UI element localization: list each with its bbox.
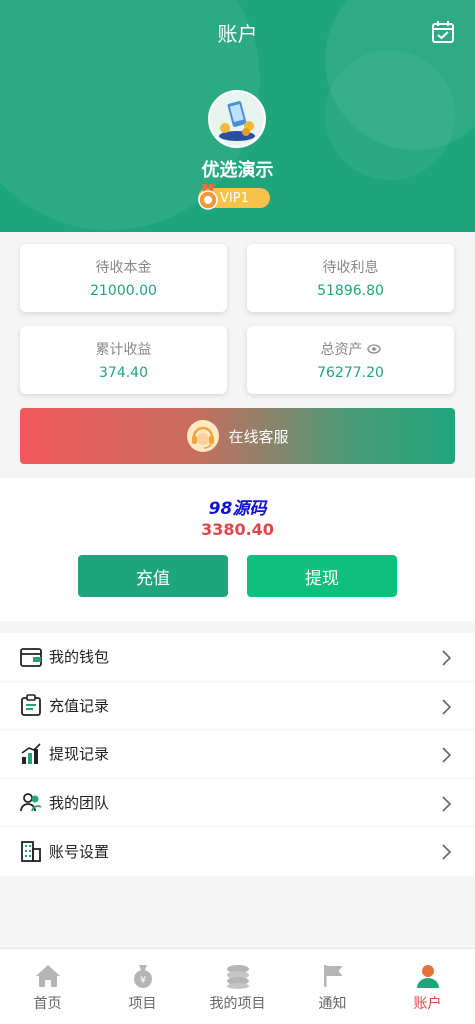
tab-home[interactable]: 首页 (0, 949, 95, 1024)
stat-value: 21000.00 (90, 283, 157, 299)
home-icon (35, 965, 60, 987)
chevron-right-icon (442, 844, 451, 860)
avatar-image (210, 92, 264, 146)
username: 优选演示 (201, 160, 274, 181)
withdraw-button[interactable]: 提现 (247, 555, 397, 597)
stat-value: 51896.80 (317, 283, 384, 299)
money-bag-icon: ¥ (133, 965, 152, 988)
menu-item-recharge-records[interactable]: 充值记录 (0, 682, 475, 730)
stat-card-principal: 待收本金 21000.00 (20, 244, 227, 312)
bar-chart-icon (21, 743, 41, 764)
stat-label: 待收利息 (322, 260, 379, 276)
flag-icon (323, 965, 342, 987)
chevron-right-icon (442, 747, 451, 763)
stat-card-total-assets: 总资产 76277.20 (247, 326, 454, 394)
account-header: 账户 优选演示 VIP1 (0, 0, 475, 232)
stat-value: 374.40 (99, 365, 148, 381)
service-label: 在线客服 (228, 427, 289, 446)
building-icon (21, 841, 41, 863)
wallet-icon (20, 647, 42, 667)
stat-label: 待收本金 (95, 260, 152, 276)
user-icon (416, 965, 439, 988)
headset-icon (187, 420, 220, 452)
vip-badge: VIP1 (198, 184, 270, 210)
calendar-check-icon[interactable] (431, 20, 455, 44)
tab-projects[interactable]: ¥ 项目 (95, 949, 190, 1024)
stat-card-earnings: 累计收益 374.40 (20, 326, 227, 394)
stat-card-interest: 待收利息 51896.80 (247, 244, 454, 312)
stat-label: 总资产 (320, 342, 363, 358)
team-icon (20, 793, 42, 812)
menu-label: 账号设置 (49, 842, 110, 861)
stat-value: 76277.20 (317, 365, 384, 381)
balance-amount: 3380.40 (201, 520, 274, 539)
svg-text:¥: ¥ (139, 975, 145, 986)
vip-level: VIP1 (220, 190, 249, 206)
chevron-right-icon (442, 650, 451, 666)
tab-my-projects[interactable]: 我的项目 (190, 949, 285, 1024)
page-title: 账户 (217, 22, 258, 46)
recharge-button[interactable]: 充值 (78, 555, 228, 597)
tab-account[interactable]: 账户 (380, 949, 475, 1024)
watermark-text: 98源码 (208, 499, 267, 519)
online-service-button[interactable]: 在线客服 (20, 408, 455, 464)
tab-label: 项目 (128, 996, 157, 1012)
avatar[interactable] (208, 90, 266, 148)
menu-item-wallet[interactable]: 我的钱包 (0, 633, 475, 682)
eye-icon[interactable] (366, 344, 381, 354)
medal-icon (198, 184, 218, 210)
stat-label: 累计收益 (95, 342, 152, 358)
menu-item-withdraw-records[interactable]: 提现记录 (0, 730, 475, 779)
tab-label: 我的项目 (209, 996, 266, 1012)
menu-label: 我的钱包 (49, 648, 110, 667)
tab-label: 账户 (413, 996, 442, 1012)
tab-notifications[interactable]: 通知 (285, 949, 380, 1024)
tab-label: 首页 (33, 996, 62, 1012)
bottom-tab-bar: 首页 ¥ 项目 我的项目 通知 账户 (0, 948, 475, 1024)
menu-label: 充值记录 (49, 696, 110, 715)
menu-item-account-settings[interactable]: 账号设置 (0, 827, 475, 876)
tab-label: 通知 (318, 996, 347, 1012)
menu-label: 提现记录 (49, 745, 110, 764)
chevron-right-icon (442, 698, 451, 715)
coin-stack-icon (226, 965, 249, 989)
chevron-right-icon (442, 795, 451, 812)
menu-item-team[interactable]: 我的团队 (0, 779, 475, 827)
balance-panel: 98源码 3380.40 充值 提现 (0, 478, 475, 621)
menu-label: 我的团队 (49, 793, 110, 812)
clipboard-icon (21, 694, 41, 717)
account-menu: 我的钱包 充值记录 提现记录 我的团队 账号设置 (0, 633, 475, 876)
